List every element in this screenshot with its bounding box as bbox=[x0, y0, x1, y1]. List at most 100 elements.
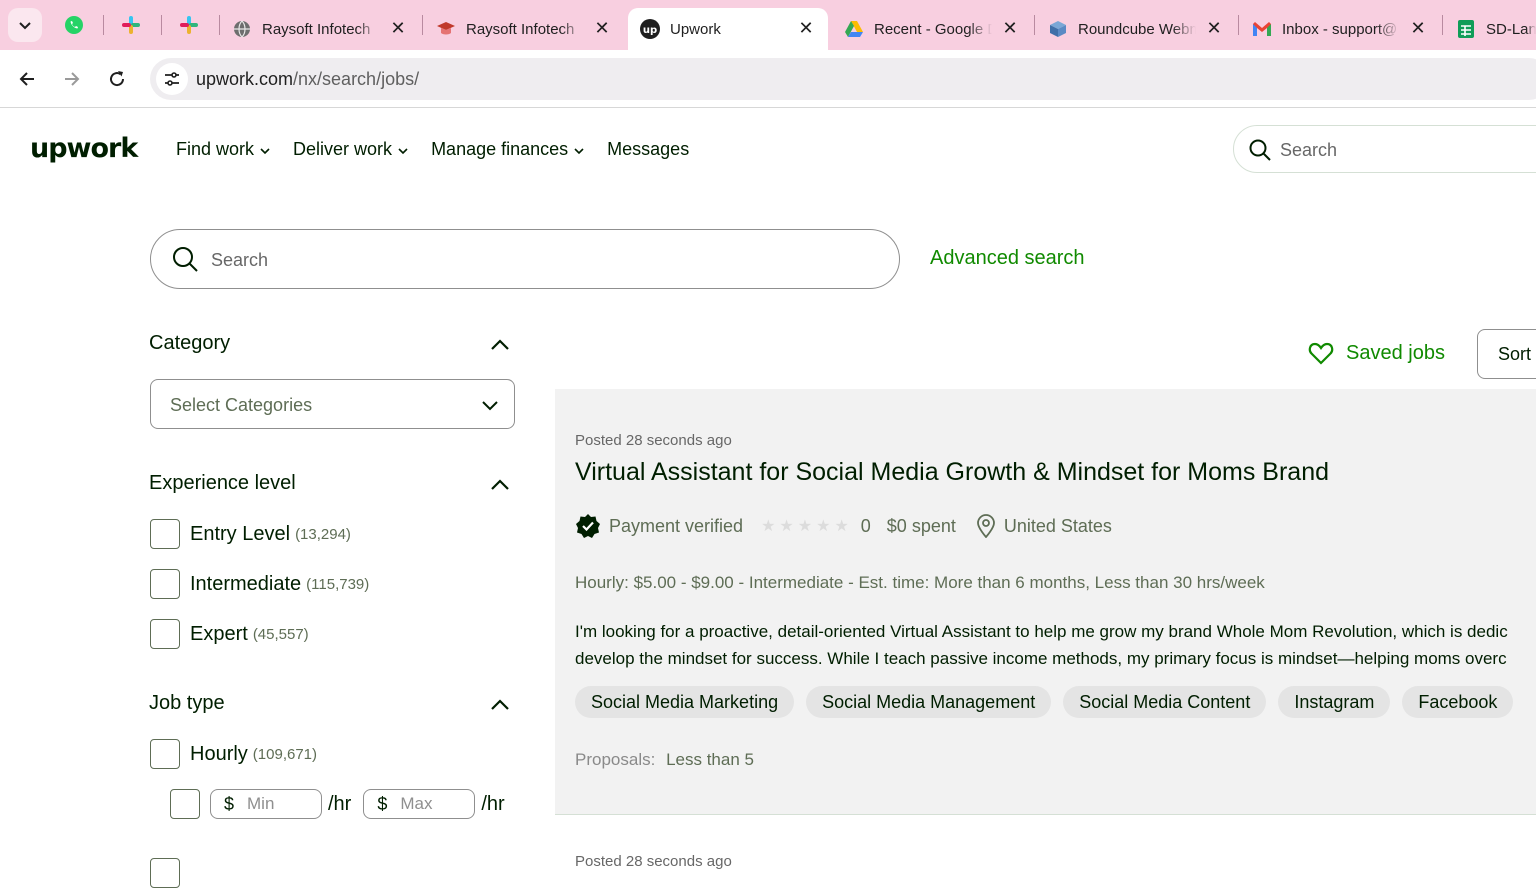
proposals-count: Proposals: Less than 5 bbox=[575, 750, 754, 770]
chevron-down-icon bbox=[398, 147, 408, 154]
search-icon bbox=[173, 247, 198, 272]
pinned-tab-slack-2[interactable] bbox=[175, 11, 203, 39]
tab-title: Roundcube Webmail bbox=[1078, 20, 1196, 38]
option-label: Entry Level bbox=[190, 522, 291, 545]
browser-tab-active[interactable]: up Upwork ✕ bbox=[628, 8, 828, 50]
category-select[interactable]: Select Categories bbox=[150, 379, 515, 429]
saved-jobs-link[interactable]: Saved jobs bbox=[1308, 341, 1445, 365]
nav-manage-finances[interactable]: Manage finances bbox=[431, 139, 584, 160]
job-meta: Hourly: $5.00 - $9.00 - Intermediate - E… bbox=[575, 573, 1265, 592]
tab-separator bbox=[1238, 15, 1239, 35]
globe-icon bbox=[232, 19, 252, 39]
star-icon: ★ bbox=[761, 518, 776, 535]
nav-label: Manage finances bbox=[431, 139, 569, 159]
upwork-logo[interactable]: upwork bbox=[30, 133, 138, 164]
payment-verified-label: Payment verified bbox=[609, 515, 744, 536]
header-search-input[interactable]: Search bbox=[1233, 125, 1536, 173]
skill-tag[interactable]: Social Media Marketing bbox=[575, 686, 795, 718]
job-description-line: develop the mindset for success. While I… bbox=[575, 649, 1507, 668]
checkbox[interactable] bbox=[150, 858, 180, 888]
skill-tag[interactable]: Instagram bbox=[1278, 686, 1391, 718]
browser-tab[interactable]: Raysoft Infotech ✕ bbox=[220, 8, 420, 50]
per-hour-label: /hr bbox=[328, 792, 352, 815]
tab-title: Raysoft Infotech bbox=[466, 20, 575, 38]
job-type-heading: Job type bbox=[149, 692, 225, 714]
checkbox[interactable] bbox=[150, 519, 180, 549]
skill-tag[interactable]: Social Media Content bbox=[1063, 686, 1267, 718]
star-icon: ★ bbox=[797, 518, 813, 535]
job-type-option-hourly[interactable]: Hourly (109,671) bbox=[150, 739, 317, 769]
browser-tab[interactable]: SD-Lane bbox=[1444, 8, 1536, 50]
roundcube-icon bbox=[1048, 19, 1068, 39]
tab-separator bbox=[103, 15, 104, 35]
main-nav: Find work Deliver work Manage finances M… bbox=[176, 139, 712, 160]
skill-tag[interactable]: Social Media Management bbox=[806, 686, 1052, 718]
heart-icon bbox=[1308, 342, 1334, 365]
experience-option-intermediate[interactable]: Intermediate (115,739) bbox=[150, 569, 369, 599]
advanced-search-link[interactable]: Advanced search bbox=[930, 247, 1085, 270]
nav-messages[interactable]: Messages bbox=[607, 139, 689, 160]
nav-label: Messages bbox=[607, 139, 690, 159]
job-card[interactable]: Posted 28 seconds ago Virtual Assistant … bbox=[555, 389, 1536, 815]
search-icon bbox=[1249, 139, 1271, 161]
header-search-placeholder: Search bbox=[1280, 140, 1338, 160]
category-select-value: Select Categories bbox=[170, 395, 313, 415]
browser-tab[interactable]: Recent - Google Drive ✕ bbox=[832, 8, 1032, 50]
currency-symbol: $ bbox=[224, 793, 235, 814]
experience-option-entry[interactable]: Entry Level (13,294) bbox=[150, 519, 351, 549]
address-bar[interactable]: upwork.com/nx/search/jobs/ bbox=[150, 58, 1536, 100]
pinned-tab-whatsapp[interactable] bbox=[60, 11, 88, 39]
checkbox[interactable] bbox=[150, 569, 180, 599]
chevron-up-icon[interactable] bbox=[488, 333, 512, 357]
nav-deliver-work[interactable]: Deliver work bbox=[293, 139, 408, 160]
whatsapp-icon bbox=[65, 16, 83, 34]
back-button[interactable] bbox=[10, 62, 44, 96]
client-location-text: United States bbox=[1003, 515, 1112, 536]
browser-tab[interactable]: Roundcube Webmail ✕ bbox=[1036, 8, 1236, 50]
chevron-down-icon bbox=[260, 147, 270, 154]
tab-search-button[interactable] bbox=[8, 8, 42, 42]
pinned-tab-slack-1[interactable] bbox=[117, 11, 145, 39]
site-info-button[interactable] bbox=[156, 63, 188, 95]
job-search-placeholder: Search bbox=[211, 250, 269, 270]
tab-separator bbox=[161, 15, 162, 35]
sort-dropdown[interactable]: Sort bbox=[1477, 329, 1536, 379]
client-info: Payment verified ★ ★ ★ ★ ★ 0 $0 spent United… bbox=[575, 513, 1112, 539]
reload-button[interactable] bbox=[100, 62, 134, 96]
close-tab-icon[interactable]: ✕ bbox=[1408, 18, 1428, 38]
gmail-icon bbox=[1252, 19, 1272, 39]
hourly-rate-checkbox[interactable] bbox=[170, 789, 200, 819]
star-icon: ★ bbox=[779, 518, 794, 535]
close-tab-icon[interactable]: ✕ bbox=[1000, 18, 1020, 38]
experience-option-expert[interactable]: Expert (45,557) bbox=[150, 619, 309, 649]
url-domain: upwork.com bbox=[196, 69, 294, 89]
proposals-value: Less than 5 bbox=[666, 750, 754, 769]
option-count: (45,557) bbox=[252, 625, 309, 643]
experience-level-heading: Experience level bbox=[149, 472, 296, 494]
job-title-link[interactable]: Virtual Assistant for Social Media Growt… bbox=[575, 458, 1329, 487]
close-tab-icon[interactable]: ✕ bbox=[592, 18, 612, 38]
arrow-right-icon bbox=[65, 72, 80, 86]
client-rating: 0 bbox=[860, 515, 871, 536]
close-tab-icon[interactable]: ✕ bbox=[388, 18, 408, 38]
proposals-label: Proposals: bbox=[575, 750, 656, 769]
browser-tab[interactable]: Raysoft Infotech ✕ bbox=[424, 8, 624, 50]
checkbox[interactable] bbox=[150, 619, 180, 649]
checkbox[interactable] bbox=[150, 739, 180, 769]
option-count: (13,294) bbox=[295, 525, 351, 543]
min-rate-input[interactable]: $ Min bbox=[210, 789, 322, 819]
close-tab-icon[interactable]: ✕ bbox=[796, 18, 816, 38]
job-search-input[interactable]: Search bbox=[150, 229, 900, 289]
chevron-up-icon[interactable] bbox=[488, 693, 512, 717]
client-rating-stars: ★ ★ ★ ★ ★ bbox=[761, 516, 853, 536]
browser-tab[interactable]: Inbox - support@ ✕ bbox=[1240, 8, 1440, 50]
max-rate-input[interactable]: $ Max bbox=[363, 789, 476, 819]
forward-button[interactable] bbox=[55, 62, 89, 96]
tab-title: Upwork bbox=[670, 20, 721, 38]
tab-title: Recent - Google Drive bbox=[874, 20, 992, 38]
chevron-up-icon[interactable] bbox=[488, 473, 512, 497]
close-tab-icon[interactable]: ✕ bbox=[1204, 18, 1224, 38]
nav-find-work[interactable]: Find work bbox=[176, 139, 270, 160]
slack-icon bbox=[180, 16, 198, 34]
skill-tag[interactable]: Facebook bbox=[1402, 686, 1514, 718]
